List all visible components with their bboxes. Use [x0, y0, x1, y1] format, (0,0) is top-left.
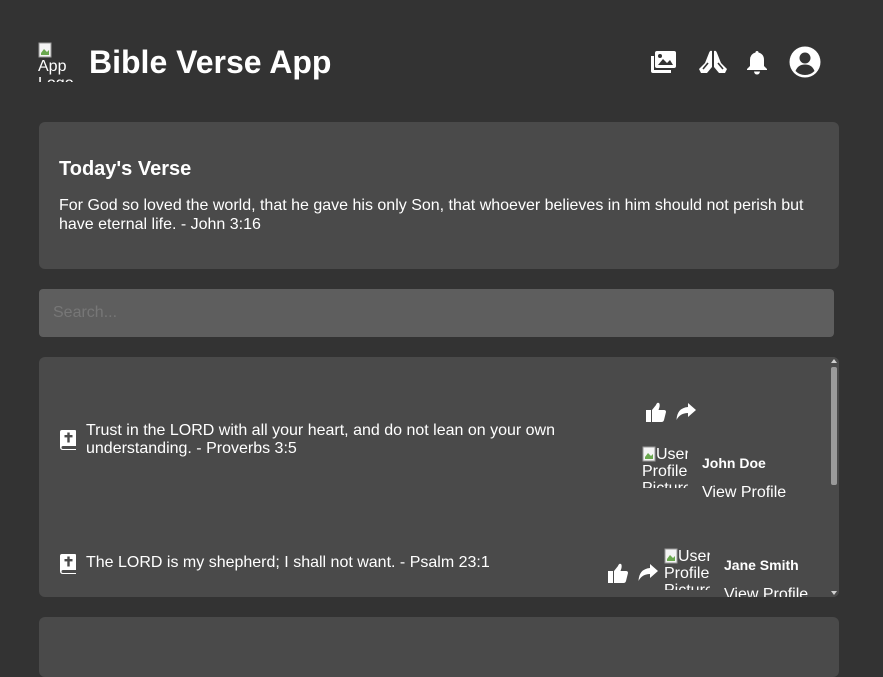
user-circle-icon[interactable] [788, 45, 822, 79]
verse-text: Trust in the LORD with all your heart, a… [86, 422, 555, 457]
user-profile-picture: User Profile Picture [642, 446, 688, 488]
thumbs-up-icon[interactable] [645, 401, 667, 423]
share-icon[interactable] [675, 402, 697, 422]
scrollbar-thumb[interactable] [831, 367, 837, 485]
todays-verse-card: Today's Verse For God so loved the world… [39, 122, 839, 269]
app-logo: App Logo [38, 42, 74, 82]
user-profile-picture: User Profile Picture [664, 548, 710, 590]
user-name: John Doe [702, 455, 766, 471]
verse-actions [607, 562, 659, 584]
profile-picture-alt: User Profile Picture [642, 446, 688, 488]
user-name: Jane Smith [724, 557, 799, 573]
logo-alt-text: App Logo [38, 58, 74, 82]
app-title: Bible Verse App [89, 44, 332, 80]
next-card [39, 617, 839, 677]
bible-icon [60, 554, 76, 574]
bible-icon [60, 430, 76, 450]
header-actions [648, 42, 822, 82]
broken-image-icon [38, 42, 52, 58]
gallery-icon[interactable] [648, 47, 678, 77]
search-input[interactable] [39, 289, 834, 337]
scroll-up-arrow[interactable] [831, 359, 837, 363]
thumbs-up-icon[interactable] [607, 562, 629, 584]
verse-text: The LORD is my shepherd; I shall not wan… [86, 554, 490, 571]
todays-verse-heading: Today's Verse [59, 158, 192, 180]
praying-hands-icon[interactable] [696, 47, 730, 77]
view-profile-link[interactable]: View Profile [724, 586, 808, 597]
share-icon[interactable] [637, 563, 659, 583]
bell-icon[interactable] [744, 47, 770, 77]
profile-picture-alt: User Profile Picture [664, 548, 710, 590]
app-header: App Logo Bible Verse App [38, 42, 838, 84]
list-scrollbar[interactable] [829, 357, 839, 597]
scroll-down-arrow[interactable] [831, 591, 837, 595]
verse-actions [645, 401, 697, 423]
view-profile-link[interactable]: View Profile [702, 484, 786, 502]
verse-list[interactable]: Trust in the LORD with all your heart, a… [39, 357, 839, 597]
todays-verse-text: For God so loved the world, that he gave… [59, 197, 804, 233]
